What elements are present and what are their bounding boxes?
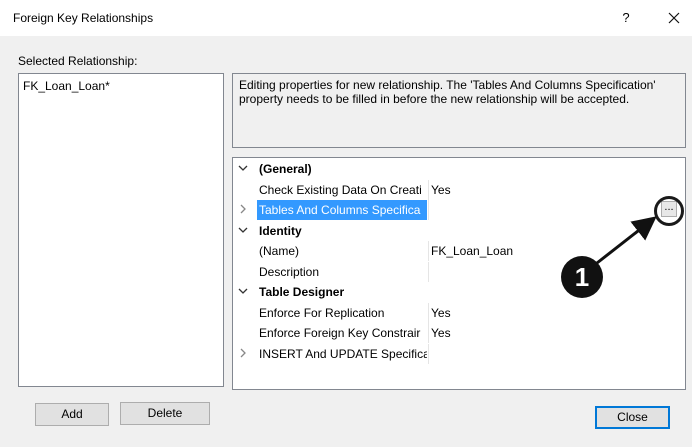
callout-circle (654, 196, 684, 226)
foreign-key-relationships-dialog: Foreign Key Relationships ? Selected Rel… (0, 0, 692, 447)
callout-arrow-icon (596, 216, 657, 265)
callout-number-badge: 1 (561, 256, 603, 298)
